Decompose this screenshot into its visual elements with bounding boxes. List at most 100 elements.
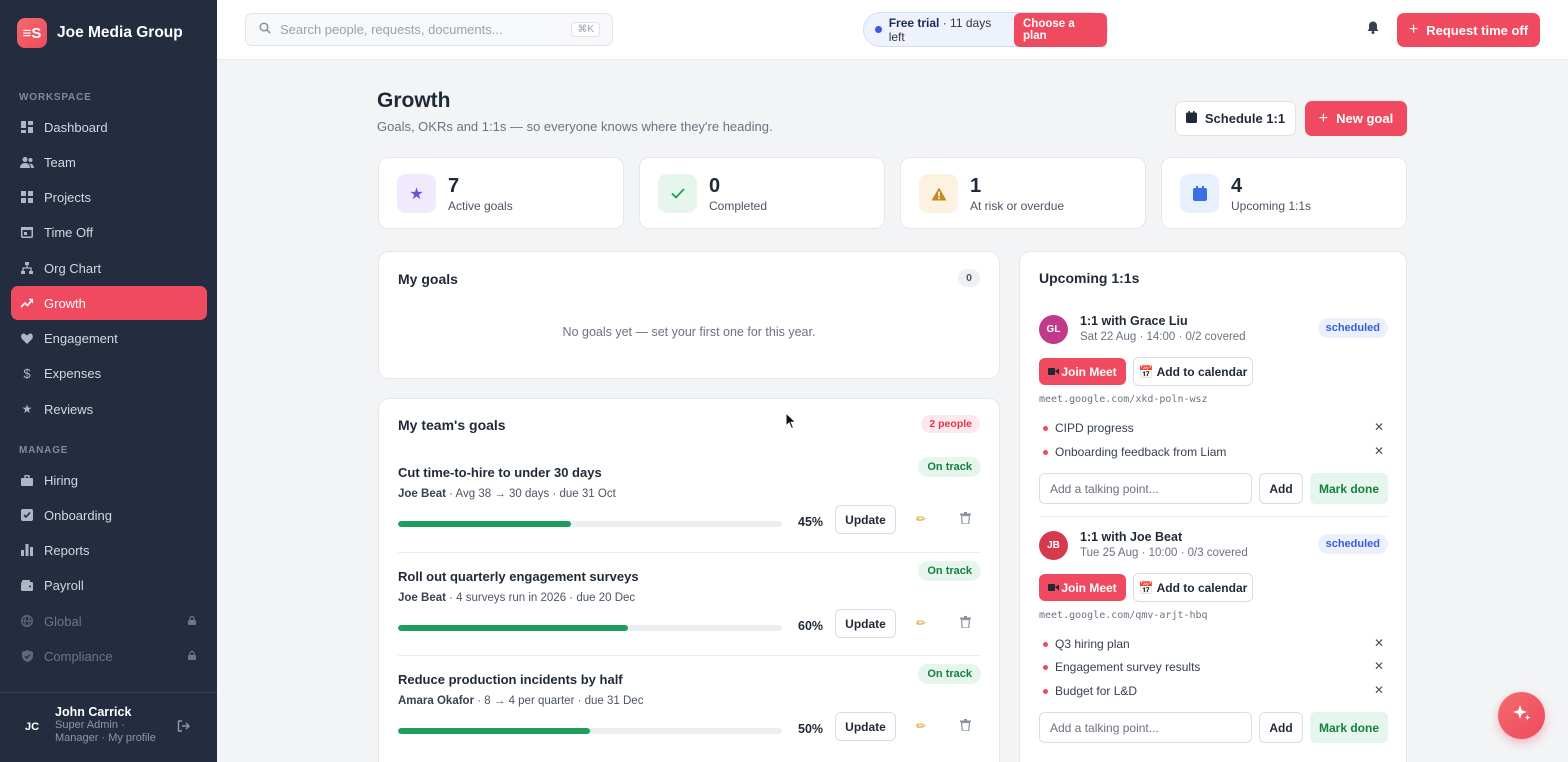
brand-name: Joe Media Group: [57, 24, 183, 41]
bell-icon[interactable]: [1367, 21, 1379, 37]
my-goals-card: My goals 0 No goals yet — set your first…: [378, 251, 1000, 379]
sidebar-item-label: Compliance: [44, 648, 113, 664]
avatar: JC: [24, 721, 40, 733]
team-icon: [20, 155, 34, 169]
stat-label: Upcoming 1:1s: [1231, 199, 1312, 213]
page-subtitle: Goals, OKRs and 1:1s — so everyone knows…: [377, 119, 773, 134]
plus-icon: +: [1408, 21, 1419, 38]
add-to-calendar-button[interactable]: 📅 Add to calendar: [1133, 357, 1253, 386]
close-icon[interactable]: ✕: [1374, 659, 1384, 673]
brand[interactable]: ≡S Joe Media Group: [17, 18, 183, 48]
sidebar-item-label: Growth: [44, 295, 86, 311]
sidebar-item-label: Engagement: [44, 330, 118, 346]
sidebar-item-projects[interactable]: Projects: [11, 180, 207, 214]
stat-value: 4: [1231, 175, 1243, 197]
pencil-icon[interactable]: ✏: [916, 719, 926, 733]
update-button[interactable]: Update: [835, 712, 896, 741]
talking-point-text: Engagement survey results: [1055, 660, 1201, 674]
stat-value: 0: [709, 175, 721, 197]
pencil-icon[interactable]: ✏: [916, 512, 926, 526]
shield-icon: [20, 649, 34, 663]
mark-done-button[interactable]: Mark done: [1310, 712, 1388, 743]
page-title: Growth: [377, 89, 451, 112]
add-button[interactable]: Add: [1259, 712, 1303, 743]
new-goal-button[interactable]: + New goal: [1305, 101, 1407, 136]
sidebar-item-dashboard[interactable]: Dashboard: [11, 110, 207, 144]
add-to-calendar-button[interactable]: 📅 Add to calendar: [1133, 573, 1253, 602]
mouse-cursor-icon: [785, 411, 797, 433]
sidebar-item-team[interactable]: Team: [11, 145, 207, 179]
sidebar-item-label: Team: [44, 154, 76, 170]
my-goals-count: 0: [958, 269, 980, 287]
workspace-section-label: WORKSPACE: [19, 92, 92, 103]
join-meet-button[interactable]: Join Meet: [1039, 358, 1126, 385]
join-meet-label: Join Meet: [1061, 364, 1117, 379]
my-goals-title: My goals: [398, 271, 458, 287]
top-bar: Search people, requests, documents... ⌘K…: [217, 0, 1568, 60]
pencil-icon[interactable]: ✏: [916, 616, 926, 630]
schedule-1on1-label: Schedule 1:1: [1204, 111, 1286, 126]
trash-icon[interactable]: [960, 719, 971, 734]
wallet-icon: [20, 578, 34, 592]
trash-icon[interactable]: [960, 616, 971, 631]
sidebar-item-label: Expenses: [44, 365, 102, 381]
close-icon[interactable]: ✕: [1374, 444, 1384, 458]
sidebar-item-global[interactable]: Global: [11, 604, 207, 638]
trash-icon[interactable]: [960, 512, 971, 527]
search-icon: [259, 22, 271, 37]
sidebar-item-reports[interactable]: Reports: [11, 533, 207, 567]
trial-banner: Free trial · 11 days left Choose a plan: [863, 12, 1108, 47]
sidebar-divider: [0, 692, 217, 693]
sidebar-item-payroll[interactable]: Payroll: [11, 568, 207, 602]
sidebar-item-reviews[interactable]: ★ Reviews: [11, 392, 207, 426]
sidebar-item-expenses[interactable]: $ Expenses: [11, 356, 207, 390]
join-meet-button[interactable]: Join Meet: [1039, 574, 1126, 601]
logout-icon[interactable]: [177, 720, 190, 735]
stat-card-upcoming-1on1s: 4 Upcoming 1:1s: [1161, 157, 1407, 229]
search-shortcut: ⌘K: [571, 22, 600, 37]
sidebar-item-org-chart[interactable]: Org Chart: [11, 251, 207, 285]
schedule-1on1-button[interactable]: Schedule 1:1: [1175, 101, 1296, 136]
request-time-off-label: Request time off: [1426, 22, 1529, 38]
choose-plan-button[interactable]: Choose a plan: [1013, 12, 1107, 47]
request-time-off-button[interactable]: + Request time off: [1397, 13, 1540, 47]
meeting-link[interactable]: meet.google.com/qmv-arjt-hbq: [1039, 610, 1208, 621]
talking-point-input[interactable]: Add a talking point...: [1039, 712, 1252, 743]
ai-assistant-button[interactable]: [1498, 692, 1545, 739]
stat-label: Active goals: [448, 199, 513, 213]
meeting-meta: Sat 22 Aug · 14:00 · 0/2 covered: [1080, 331, 1246, 343]
talking-point-text: Budget for L&D: [1055, 684, 1138, 698]
warning-icon: [919, 174, 958, 213]
star-icon: ★: [397, 174, 436, 213]
sidebar-item-time-off[interactable]: Time Off: [11, 215, 207, 249]
close-icon[interactable]: ✕: [1374, 420, 1384, 434]
meeting-link[interactable]: meet.google.com/xkd-poln-wsz: [1039, 394, 1208, 405]
user-links[interactable]: Manager · My profile: [55, 732, 156, 745]
mark-done-button[interactable]: Mark done: [1310, 473, 1388, 504]
talking-point-input[interactable]: Add a talking point...: [1039, 473, 1252, 504]
update-button[interactable]: Update: [835, 609, 896, 638]
add-button[interactable]: Add: [1259, 473, 1303, 504]
update-button[interactable]: Update: [835, 505, 896, 534]
goal-progress-percent: 60%: [798, 619, 824, 633]
search-placeholder: Search people, requests, documents...: [280, 22, 503, 37]
close-icon[interactable]: ✕: [1374, 683, 1384, 697]
goal-progress-bar: [398, 625, 782, 631]
goal-progress-percent: 50%: [798, 722, 824, 736]
user-profile[interactable]: JC John Carrick Super Admin · Manager · …: [19, 705, 156, 745]
sidebar-item-onboarding[interactable]: Onboarding: [11, 498, 207, 532]
search-input[interactable]: Search people, requests, documents... ⌘K: [245, 13, 613, 46]
video-camera-icon: [1048, 365, 1060, 379]
checkbox-icon: [20, 508, 34, 522]
goal-progress-percent: 45%: [798, 515, 824, 529]
stat-value: 7: [448, 175, 460, 197]
trial-dot-icon: [875, 26, 882, 33]
sidebar-item-hiring[interactable]: Hiring: [11, 463, 207, 497]
meeting-meta: Tue 25 Aug · 10:00 · 0/3 covered: [1080, 547, 1248, 559]
close-icon[interactable]: ✕: [1374, 636, 1384, 650]
sparkle-icon: [1512, 703, 1532, 729]
calendar-icon: [1185, 111, 1197, 126]
sidebar-item-compliance[interactable]: Compliance: [11, 639, 207, 673]
sidebar-item-growth[interactable]: Growth: [11, 286, 207, 320]
sidebar-item-engagement[interactable]: Engagement: [11, 321, 207, 355]
